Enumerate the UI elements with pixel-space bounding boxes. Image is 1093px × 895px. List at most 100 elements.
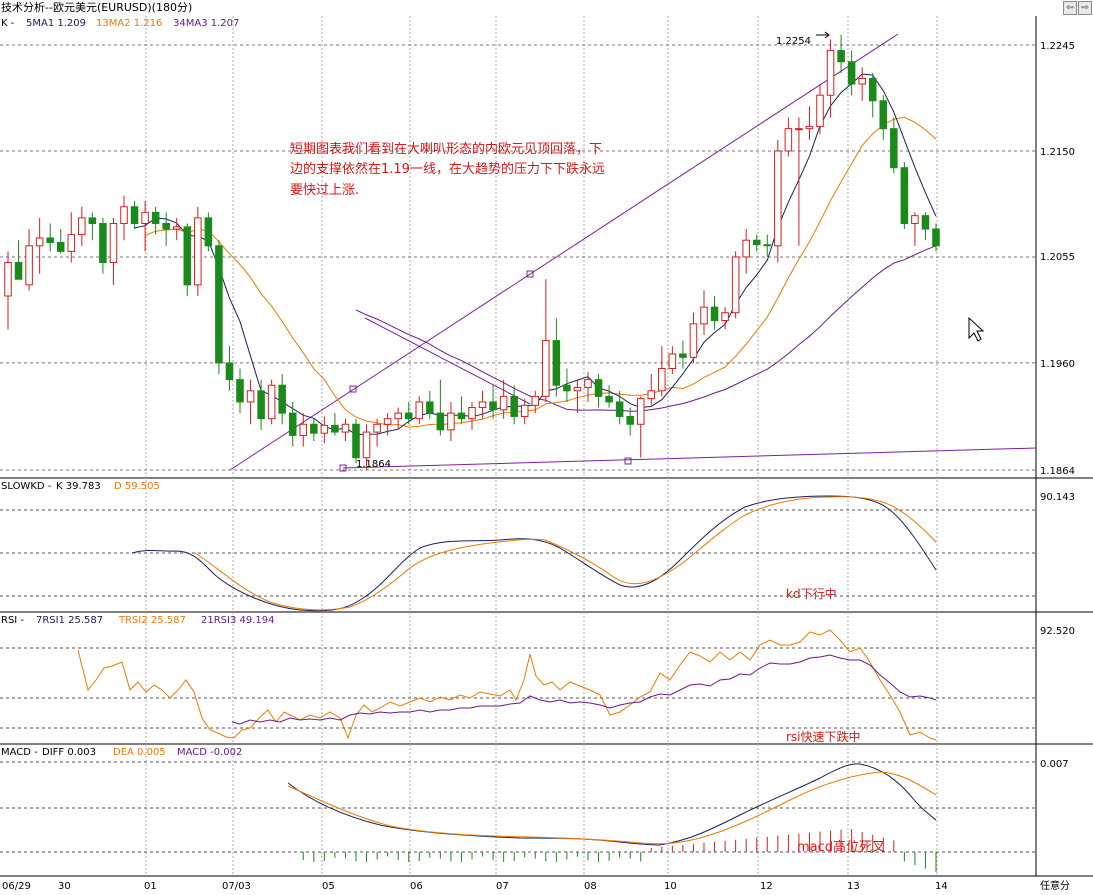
candle-down bbox=[278, 384, 286, 414]
candle-up bbox=[362, 431, 371, 459]
kd-header-name: SLOWKD - bbox=[1, 481, 52, 492]
candle-down bbox=[99, 222, 107, 264]
x-label-30: 30 bbox=[58, 881, 71, 892]
candle-up bbox=[373, 423, 381, 433]
annotation-line-2: 边的支撑依然在1.19一线，在大趋势的压力下下跌永远 bbox=[290, 161, 605, 177]
candle-up bbox=[689, 323, 698, 358]
candle-down bbox=[426, 401, 434, 414]
rsi-header-rsi1: 7RSI1 25.587 bbox=[36, 615, 103, 626]
candle-up bbox=[647, 390, 656, 400]
candle-down bbox=[752, 239, 761, 246]
macd-diff-line bbox=[287, 763, 937, 846]
candle-down bbox=[183, 226, 192, 286]
candle-up bbox=[826, 50, 835, 96]
candle-down bbox=[552, 340, 561, 386]
chart-canvas: 技术分析--欧元美元(EURUSD)(180分) K - 5MA1 1.209 … bbox=[0, 0, 1093, 892]
candle-up bbox=[141, 211, 149, 224]
candle-up bbox=[573, 386, 582, 392]
rsi-header-name: RSI - bbox=[1, 615, 24, 626]
candle-down bbox=[837, 50, 845, 63]
candle-up bbox=[531, 395, 540, 406]
candle-down bbox=[331, 424, 339, 433]
candle-up bbox=[415, 401, 424, 420]
candle-up bbox=[858, 77, 866, 85]
candle-down bbox=[563, 384, 571, 392]
candle-up bbox=[658, 367, 666, 392]
x-label-0629: 06/29 bbox=[2, 881, 31, 892]
candle-down bbox=[594, 379, 603, 397]
ma5-line bbox=[134, 73, 937, 436]
macd-header-macd: MACD -0.002 bbox=[177, 747, 242, 758]
candle-down bbox=[310, 423, 318, 434]
candle-up bbox=[299, 423, 308, 436]
candle-up bbox=[816, 94, 824, 127]
x-label-12: 12 bbox=[760, 881, 773, 892]
ma34-line bbox=[355, 245, 937, 412]
candle-down bbox=[605, 395, 613, 403]
candle-up bbox=[721, 312, 729, 322]
macd-header-dea: DEA 0.005 bbox=[113, 747, 166, 758]
candle-up bbox=[478, 401, 487, 409]
candle-down bbox=[710, 306, 719, 322]
candle-up bbox=[774, 150, 782, 247]
main-header-ma1: 5MA1 1.209 bbox=[26, 18, 86, 29]
macd-header-name: MACD - bbox=[1, 747, 38, 758]
kd-gridlines bbox=[0, 509, 1036, 597]
descending-trend-line bbox=[364, 317, 531, 405]
candle-up bbox=[109, 222, 118, 264]
candle-up bbox=[520, 404, 529, 417]
candle-down bbox=[921, 215, 930, 230]
candle-up bbox=[172, 226, 181, 230]
x-label-10: 10 bbox=[664, 881, 677, 892]
x-axis-corner: 任意分 bbox=[1040, 879, 1070, 892]
candle-up bbox=[584, 379, 592, 388]
candle-down bbox=[436, 412, 445, 431]
price-tick-4: 1.1960 bbox=[1040, 359, 1075, 370]
candle-up bbox=[911, 215, 919, 224]
macd-annotation: macd高位死叉 bbox=[797, 839, 885, 855]
main-header-ma2: 13MA2 1.216 bbox=[96, 18, 162, 29]
candle-up bbox=[795, 128, 803, 131]
x-label-0703: 07/03 bbox=[222, 881, 251, 892]
macd-gridlines bbox=[0, 761, 1036, 853]
candle-up bbox=[25, 245, 33, 286]
candle-down bbox=[162, 222, 170, 230]
candle-up bbox=[731, 256, 740, 314]
kd-annotation: kd下行中 bbox=[786, 586, 837, 601]
candle-up bbox=[542, 340, 550, 397]
candle-up bbox=[742, 239, 750, 258]
trend-lines bbox=[229, 33, 1037, 472]
candle-down bbox=[510, 395, 518, 417]
candle-down bbox=[457, 412, 466, 420]
rsi-tick: 92.520 bbox=[1040, 626, 1075, 637]
candle-down bbox=[679, 353, 687, 358]
back-button[interactable]: ⇦ bbox=[1063, 1, 1077, 15]
macd-tick: 0.007 bbox=[1040, 759, 1069, 770]
lower-trend-line bbox=[342, 447, 1037, 469]
candle-down bbox=[236, 379, 244, 403]
kd-header-d: D 59.505 bbox=[114, 481, 160, 492]
kd-tick: 90.143 bbox=[1040, 492, 1075, 503]
x-label-14: 14 bbox=[935, 881, 948, 892]
low-label: 1.1864 bbox=[356, 459, 391, 470]
x-label-08: 08 bbox=[584, 881, 597, 892]
candle-up bbox=[805, 125, 814, 130]
candle-down bbox=[151, 211, 160, 224]
candle-down bbox=[890, 128, 898, 169]
rsi-header-rsi2: TRSI2 25.587 bbox=[118, 615, 186, 626]
main-header-k: K - bbox=[1, 18, 15, 29]
forward-button[interactable]: ⇨ bbox=[1078, 1, 1092, 15]
main-header-ma3: 34MA3 1.207 bbox=[173, 18, 239, 29]
price-tick-5: 1.1864 bbox=[1040, 466, 1075, 477]
candles-group bbox=[4, 34, 940, 470]
candle-up bbox=[35, 237, 44, 247]
window-controls: ⇦ ⇨ bbox=[1063, 1, 1092, 15]
candle-down bbox=[204, 217, 213, 247]
x-label-07: 07 bbox=[496, 881, 509, 892]
candle-up bbox=[267, 384, 276, 420]
candle-up bbox=[4, 262, 12, 297]
high-label: 1.2254 bbox=[776, 36, 811, 47]
candle-down bbox=[615, 401, 624, 417]
candle-up bbox=[784, 128, 793, 152]
annotation-line-3: 要快过上涨. bbox=[290, 183, 359, 198]
